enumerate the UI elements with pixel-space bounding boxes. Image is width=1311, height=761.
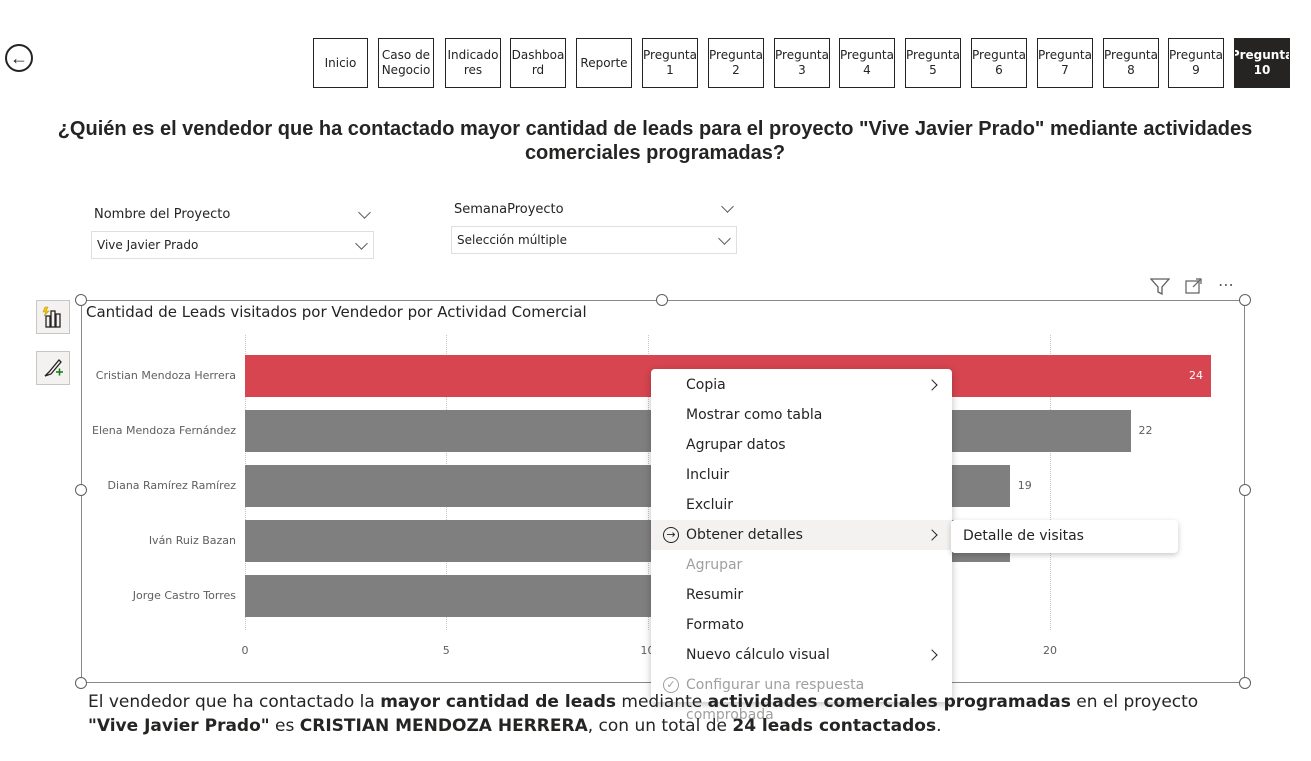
- nav-button[interactable]: Pregunta 10: [1234, 38, 1290, 88]
- caption-bold: mayor cantidad de leads: [380, 692, 616, 712]
- project-slicer-label: Nombre del Proyecto: [94, 207, 231, 222]
- context-menu-item[interactable]: Excluir: [651, 490, 952, 520]
- nav-button[interactable]: Pregunta 2: [708, 38, 764, 88]
- context-menu-item[interactable]: → Obtener detalles: [651, 520, 952, 550]
- context-menu-item[interactable]: Formato: [651, 610, 952, 640]
- category-label: Cristian Mendoza Herrera: [95, 369, 236, 382]
- nav-button[interactable]: Pregunta 8: [1103, 38, 1159, 88]
- build-visual-button[interactable]: [36, 300, 70, 334]
- week-slicer-label: SemanaProyecto: [454, 202, 564, 217]
- context-menu-item-label: Excluir: [686, 497, 733, 513]
- context-menu-item-label: Copia: [686, 377, 726, 393]
- caption-text: .: [936, 716, 942, 736]
- nav-button[interactable]: Caso de Negocio: [378, 38, 434, 88]
- nav-button[interactable]: Pregunta 6: [971, 38, 1027, 88]
- x-tick-label: 20: [1043, 644, 1057, 657]
- category-label: Diana Ramírez Ramírez: [107, 479, 236, 492]
- context-menu-item-label: Agrupar: [686, 557, 743, 573]
- caption-bold: actividades comerciales programadas: [707, 692, 1071, 712]
- drillthrough-icon: →: [663, 527, 679, 543]
- context-menu-item-label: Resumir: [686, 587, 744, 603]
- submenu-item-detalle-de-visitas[interactable]: Detalle de visitas: [951, 520, 1178, 553]
- x-tick-label: 0: [241, 644, 249, 657]
- format-visual-button[interactable]: [36, 351, 70, 385]
- build-visual-icon: [42, 306, 61, 328]
- caption-bold: CRISTIAN MENDOZA HERRERA: [299, 716, 588, 736]
- chevron-down-icon[interactable]: [358, 206, 371, 219]
- arrow-left-icon: ←: [10, 48, 28, 68]
- data-label: 19: [1017, 479, 1032, 492]
- category-label: Jorge Castro Torres: [132, 589, 236, 602]
- context-menu-item[interactable]: Mostrar como tabla: [651, 400, 952, 430]
- more-options-icon[interactable]: ⋯: [1218, 275, 1235, 295]
- chevron-down-icon[interactable]: [721, 200, 734, 213]
- data-label: 22: [1138, 424, 1153, 437]
- context-menu-item[interactable]: Nuevo cálculo visual: [651, 640, 952, 670]
- nav-button[interactable]: Reporte: [576, 38, 632, 88]
- context-menu-item-label: Formato: [686, 617, 744, 633]
- chevron-down-icon: [355, 237, 368, 250]
- resize-handle[interactable]: [1239, 677, 1251, 689]
- nav-button[interactable]: Pregunta 1: [642, 38, 698, 88]
- caption-bold: "Vive Javier Prado": [88, 716, 270, 736]
- context-menu-item[interactable]: Agrupar datos: [651, 430, 952, 460]
- caption-text: es: [269, 716, 300, 736]
- chevron-right-icon: [926, 379, 938, 391]
- resize-handle[interactable]: [75, 677, 87, 689]
- nav-button[interactable]: Indicado res: [445, 38, 501, 88]
- nav-button[interactable]: Pregunta 5: [905, 38, 961, 88]
- caption-text: El vendedor que ha contactado la: [88, 692, 381, 712]
- back-button[interactable]: ←: [5, 44, 33, 72]
- resize-handle[interactable]: [75, 484, 87, 496]
- nav-button[interactable]: Pregunta 4: [839, 38, 895, 88]
- chevron-right-icon: [926, 529, 938, 541]
- context-menu-item-label: Mostrar como tabla: [686, 407, 823, 423]
- project-slicer-value: Vive Javier Prado: [97, 238, 199, 252]
- caption-text: mediante: [616, 692, 708, 712]
- caption-text: en el proyecto: [1070, 692, 1199, 712]
- nav-button[interactable]: Pregunta 7: [1037, 38, 1093, 88]
- resize-handle[interactable]: [1239, 484, 1251, 496]
- context-menu-item[interactable]: Copia: [651, 370, 952, 400]
- x-tick-label: 5: [442, 644, 450, 657]
- context-menu-item-label: Agrupar datos: [686, 437, 786, 453]
- context-menu-item[interactable]: Incluir: [651, 460, 952, 490]
- project-slicer-dropdown[interactable]: Vive Javier Prado: [91, 231, 374, 259]
- context-menu-item-label: Obtener detalles: [686, 527, 803, 543]
- nav-button[interactable]: Dashboa rd: [510, 38, 566, 88]
- category-label: Elena Mendoza Fernández: [92, 424, 236, 437]
- caption-bold: 24 leads contactados: [732, 716, 937, 736]
- context-menu-item-label: Incluir: [686, 467, 730, 483]
- context-menu-item: Agrupar: [651, 550, 952, 580]
- focus-mode-icon[interactable]: [1185, 278, 1203, 294]
- week-slicer-value: Selección múltiple: [457, 233, 568, 247]
- nav-button[interactable]: Pregunta 3: [774, 38, 830, 88]
- chevron-down-icon: [718, 232, 731, 245]
- week-slicer-dropdown[interactable]: Selección múltiple: [451, 226, 737, 254]
- resize-handle[interactable]: [1239, 294, 1251, 306]
- answer-caption: El vendedor que ha contactado la mayor c…: [88, 690, 1228, 738]
- page-title: ¿Quién es el vendedor que ha contactado …: [57, 118, 1253, 164]
- context-menu: Copia Mostrar como tabla Agrupar datos Incl…: [651, 369, 952, 723]
- category-label: Iván Ruiz Bazan: [148, 534, 236, 547]
- chevron-right-icon: [926, 649, 938, 661]
- context-menu-item-label: Nuevo cálculo visual: [686, 647, 830, 663]
- resize-handle[interactable]: [656, 294, 668, 306]
- data-label: 24: [1189, 369, 1203, 382]
- nav-button[interactable]: Pregunta 9: [1168, 38, 1224, 88]
- filter-icon[interactable]: [1150, 277, 1170, 295]
- format-visual-icon: [44, 359, 63, 377]
- context-menu-item[interactable]: Resumir: [651, 580, 952, 610]
- visual-title: Cantidad de Leads visitados por Vendedor…: [86, 303, 587, 321]
- caption-text: , con un total de: [587, 716, 733, 736]
- nav-button[interactable]: Inicio: [313, 38, 368, 88]
